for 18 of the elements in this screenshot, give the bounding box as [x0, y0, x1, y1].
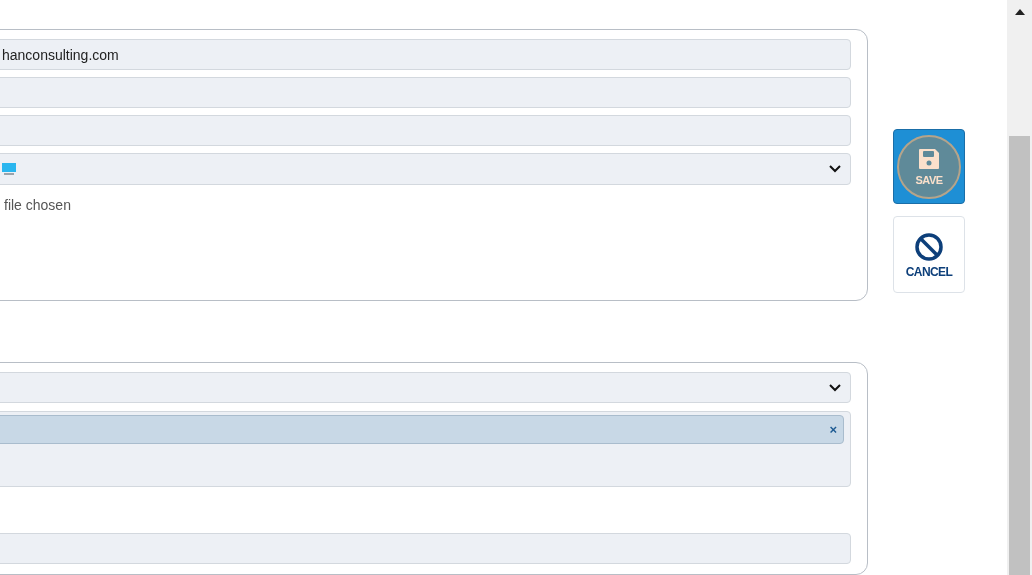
cancel-button[interactable]: CANCEL [893, 216, 965, 293]
scroll-up-icon[interactable] [1014, 9, 1025, 15]
scrollbar-thumb[interactable] [1009, 136, 1030, 575]
prohibited-icon [914, 231, 944, 262]
device-select[interactable] [0, 153, 851, 185]
text-field[interactable] [0, 533, 851, 565]
category-select[interactable] [0, 372, 851, 404]
save-button[interactable]: SAVE [893, 129, 965, 204]
remove-tag-button[interactable]: × [829, 423, 837, 437]
email-field[interactable]: hanconsulting.com [0, 39, 851, 70]
file-status-text: file chosen [3, 196, 72, 215]
scrollbar[interactable] [1007, 0, 1032, 575]
text-field[interactable] [0, 77, 851, 108]
chevron-down-icon [829, 165, 841, 173]
chevron-down-icon [829, 383, 841, 392]
computer-icon [2, 162, 16, 176]
text-field[interactable] [0, 115, 851, 146]
multi-select-field[interactable]: × [0, 411, 851, 488]
